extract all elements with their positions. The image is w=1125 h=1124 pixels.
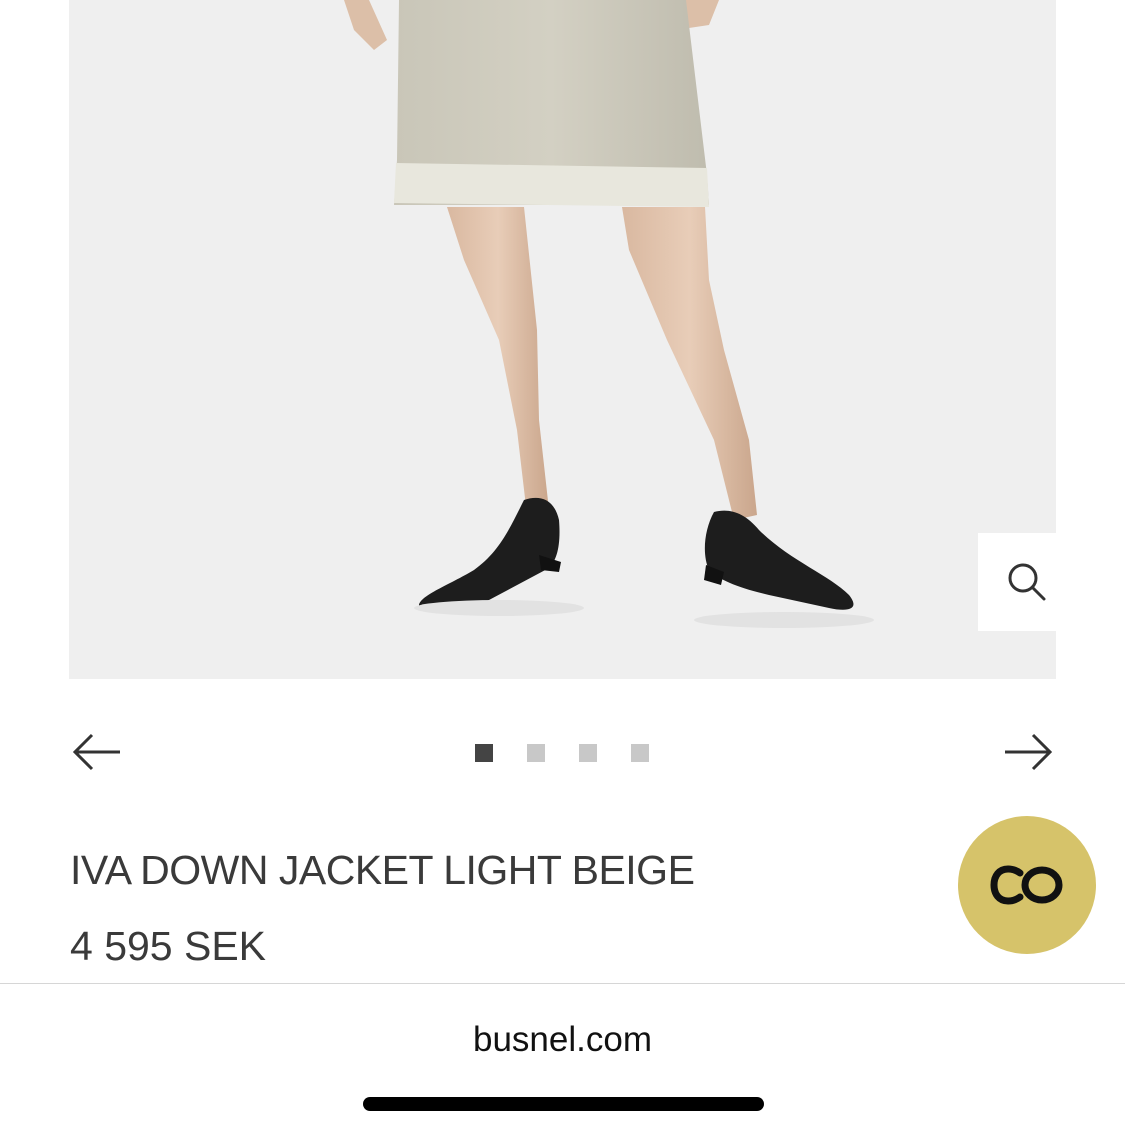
chat-button[interactable] <box>958 816 1096 954</box>
image-carousel-nav <box>69 725 1056 779</box>
carousel-dot-2[interactable] <box>527 744 545 762</box>
carousel-dot-1[interactable] <box>475 744 493 762</box>
carousel-dot-4[interactable] <box>631 744 649 762</box>
arrow-right-icon <box>1005 733 1053 771</box>
browser-bottom-bar: busnel.com <box>0 983 1125 1124</box>
search-icon <box>1008 563 1046 601</box>
address-bar-url[interactable]: busnel.com <box>0 1020 1125 1060</box>
arrow-left-icon <box>72 733 120 771</box>
zoom-button[interactable] <box>978 533 1056 631</box>
product-price: 4 595 SEK <box>70 923 267 969</box>
product-title: IVA DOWN JACKET LIGHT BEIGE <box>70 847 695 893</box>
chat-logo-icon <box>990 865 1063 905</box>
home-indicator[interactable] <box>363 1097 764 1111</box>
carousel-dot-3[interactable] <box>579 744 597 762</box>
product-photo <box>69 0 1056 679</box>
previous-image-button[interactable] <box>69 725 125 779</box>
product-page: IVA DOWN JACKET LIGHT BEIGE 4 595 SEK bu… <box>0 0 1125 1124</box>
carousel-indicators <box>475 744 649 762</box>
product-image[interactable] <box>69 0 1056 679</box>
next-image-button[interactable] <box>1000 725 1056 779</box>
